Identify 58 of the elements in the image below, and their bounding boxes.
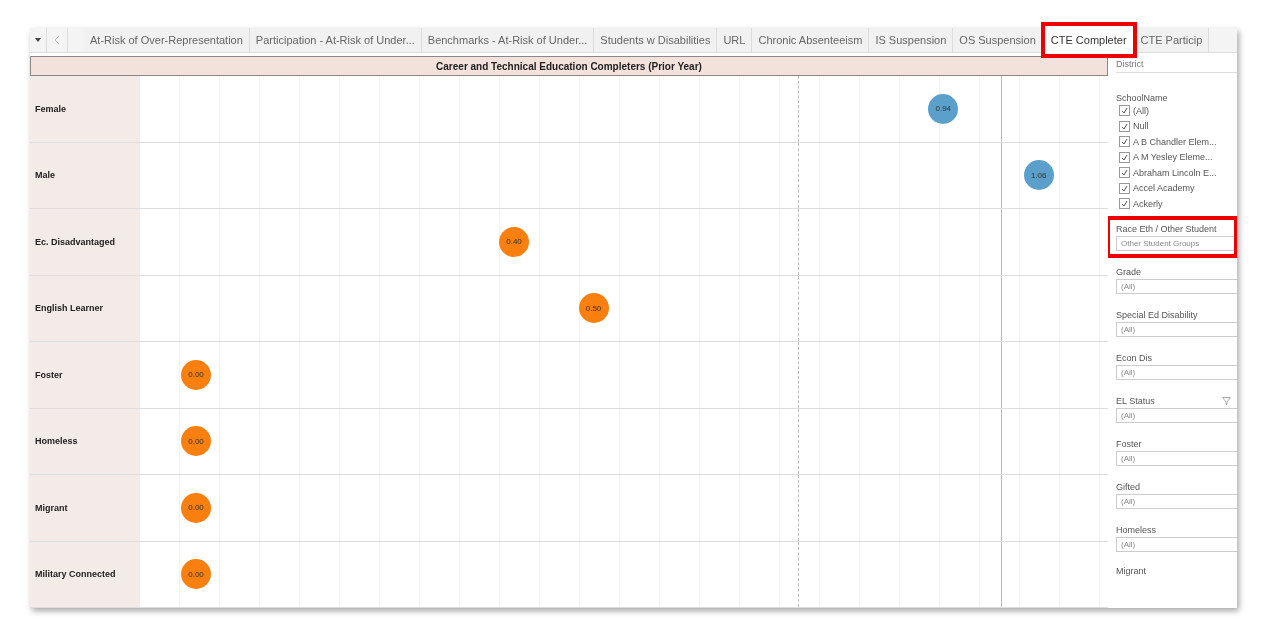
checkbox-option[interactable]: A M Yesley Eleme... — [1116, 149, 1237, 165]
option-label: Abraham Lincoln E... — [1133, 167, 1217, 178]
option-label: (All) — [1133, 105, 1149, 116]
data-point[interactable]: 0.00 — [181, 492, 211, 523]
tab[interactable]: CTE Completer — [1040, 22, 1137, 58]
row-label: Female — [30, 76, 140, 142]
filter-label: Grade — [1116, 266, 1141, 277]
checkbox[interactable] — [1119, 120, 1130, 132]
option-label: Accel Academy — [1133, 183, 1195, 194]
checkbox-option[interactable]: Ackerly — [1116, 196, 1237, 212]
filter-label: Econ Dis — [1116, 352, 1152, 363]
checkbox-option[interactable]: Null — [1116, 118, 1237, 134]
row-label: Ec. Disadvantaged — [30, 209, 140, 275]
data-point[interactable]: 0.50 — [578, 293, 609, 324]
row-label: Military Connected — [30, 541, 140, 607]
dropdown-field[interactable]: (All) — [1116, 278, 1237, 294]
filter-label: Migrant — [1116, 565, 1147, 576]
checkbox[interactable] — [1119, 151, 1130, 163]
checkbox-option[interactable]: (All) — [1116, 103, 1237, 119]
filter-label: EL Status — [1116, 395, 1155, 406]
checkbox[interactable] — [1119, 105, 1130, 117]
row-label: Homeless — [30, 408, 140, 474]
row-label: Male — [30, 142, 140, 208]
data-point[interactable]: 0.94 — [928, 93, 959, 124]
data-point[interactable]: 1.06 — [1023, 160, 1054, 191]
checkbox-option[interactable]: Abraham Lincoln E... — [1116, 165, 1237, 181]
checkbox[interactable] — [1119, 167, 1130, 179]
option-label: A M Yesley Eleme... — [1133, 152, 1213, 163]
data-point[interactable]: 0.00 — [181, 426, 211, 457]
filter-label: Foster — [1116, 438, 1142, 449]
checkbox[interactable] — [1119, 182, 1130, 194]
data-point[interactable]: 0.40 — [499, 226, 529, 257]
filter-label: Gifted — [1116, 481, 1140, 492]
dropdown-field[interactable]: (All) — [1116, 407, 1237, 423]
dropdown-field[interactable]: (All) — [1116, 450, 1237, 466]
filter-label: Homeless — [1116, 524, 1156, 535]
option-label: Null — [1133, 121, 1149, 132]
dropdown-field[interactable]: (All) — [1116, 536, 1237, 552]
filter-label: SchoolName — [1116, 93, 1169, 103]
row-label: Migrant — [30, 475, 140, 541]
filter-label: Special Ed Disability — [1116, 309, 1198, 320]
data-point[interactable]: 0.00 — [181, 559, 211, 590]
checkbox[interactable] — [1119, 198, 1130, 210]
filter-label: Race Eth / Other Student — [1116, 223, 1218, 234]
option-label: A B Chandler Elem... — [1133, 136, 1217, 147]
checkbox-option[interactable]: A B Chandler Elem... — [1116, 134, 1237, 150]
checkbox-option[interactable]: Accel Academy — [1116, 180, 1237, 196]
dropdown-field[interactable]: (All) — [1116, 321, 1237, 337]
checkbox[interactable] — [1119, 136, 1130, 148]
dropdown-field[interactable]: Other Student Groups — [1116, 235, 1237, 251]
filter-label: District — [1116, 59, 1237, 73]
option-label: Ackerly — [1133, 198, 1163, 209]
chart-title: Career and Technical Education Completers (Prior Year) — [30, 56, 1108, 76]
row-label: Foster — [30, 342, 140, 408]
dropdown-field[interactable]: (All) — [1116, 493, 1237, 509]
row-label: English Learner — [30, 275, 140, 341]
data-point[interactable]: 0.00 — [181, 359, 211, 390]
dropdown-field[interactable]: (All) — [1116, 364, 1237, 380]
